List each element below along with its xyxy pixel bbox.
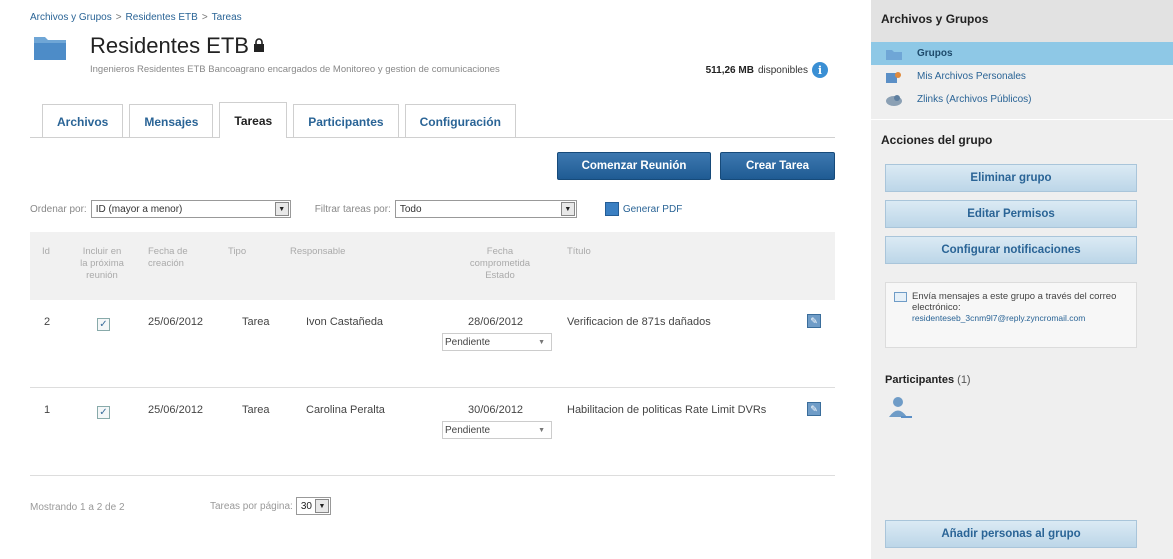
filter-row: Ordenar por: ID (mayor a menor) ▼ Filtra… (30, 200, 682, 218)
cell-owner: Ivon Castañeda (306, 316, 384, 328)
cell-id: 2 (44, 316, 51, 328)
chevron-down-icon: ▼ (274, 202, 289, 216)
per-page-control: Tareas por página: 30 ▼ (210, 497, 331, 515)
tab-mensajes[interactable]: Mensajes (129, 104, 214, 138)
tab-participantes[interactable]: Participantes (293, 104, 399, 138)
status-select[interactable]: Pendiente ▼ (442, 333, 552, 351)
edit-icon[interactable]: ✎ (807, 402, 821, 416)
header-due[interactable]: Fecha comprometida Estado (450, 246, 550, 282)
personal-files-icon (886, 71, 901, 83)
include-checkbox[interactable]: ✓ (97, 318, 110, 331)
sidebar-item-mis-archivos[interactable]: Mis Archivos Personales (871, 65, 1173, 88)
order-select[interactable]: ID (mayor a menor) ▼ (90, 200, 291, 218)
sidebar-item-grupos[interactable]: Grupos (871, 42, 1173, 65)
create-task-button[interactable]: Crear Tarea (720, 152, 835, 180)
cell-created: 25/06/2012 (148, 316, 204, 328)
breadcrumb-tareas[interactable]: Tareas (212, 12, 242, 23)
zlinks-icon (886, 94, 902, 106)
header-created[interactable]: Fecha de creación (148, 246, 188, 270)
tab-configuracion[interactable]: Configuración (404, 104, 516, 138)
cell-type: Tarea (242, 404, 270, 416)
start-meeting-button[interactable]: Comenzar Reunión (557, 152, 711, 180)
pagination-info: Mostrando 1 a 2 de 2 (30, 502, 125, 513)
groups-icon (886, 49, 902, 60)
add-people-button[interactable]: Añadir personas al grupo (885, 520, 1137, 548)
delete-group-button[interactable]: Eliminar grupo (885, 164, 1137, 192)
page-title: Residentes ETB (90, 33, 265, 59)
storage-available: 511,26 MB disponibles i (706, 62, 828, 78)
table-row: 1 ✓ 25/06/2012 Tarea Carolina Peralta 30… (30, 388, 835, 476)
breadcrumb-archivos-grupos[interactable]: Archivos y Grupos (30, 12, 112, 23)
group-description: Ingenieros Residentes ETB Bancoagrano en… (90, 64, 500, 75)
header-owner[interactable]: Responsable (290, 246, 345, 258)
breadcrumb: Archivos y Grupos > Residentes ETB > Tareas (30, 12, 242, 23)
cell-id: 1 (44, 404, 51, 416)
pdf-icon (604, 202, 619, 216)
configure-notifications-button[interactable]: Configurar notificaciones (885, 236, 1137, 264)
lock-icon (253, 38, 264, 53)
cell-title[interactable]: Habilitacion de politicas Rate Limit DVR… (567, 404, 766, 416)
header-title[interactable]: Título (567, 246, 591, 258)
chevron-down-icon: ▼ (538, 426, 545, 434)
cell-owner: Carolina Peralta (306, 404, 385, 416)
group-email-box: Envía mensajes a este grupo a través del… (885, 282, 1137, 348)
info-icon[interactable]: i (812, 62, 828, 78)
table-row: 2 ✓ 25/06/2012 Tarea Ivon Castañeda 28/0… (30, 300, 835, 388)
breadcrumb-residentes-etb[interactable]: Residentes ETB (126, 12, 198, 23)
include-checkbox[interactable]: ✓ (97, 406, 110, 419)
filter-select[interactable]: Todo ▼ (394, 200, 577, 218)
order-label: Ordenar por: (30, 203, 87, 215)
main-panel: Archivos y Grupos > Residentes ETB > Tareas … (0, 0, 860, 559)
sidebar: Archivos y Grupos Grupos Mis Archivos Pe… (871, 0, 1173, 559)
tab-divider (30, 137, 835, 138)
tasks-table: Id Incluir en la próxima reunión Fecha d… (30, 232, 835, 476)
table-header: Id Incluir en la próxima reunión Fecha d… (30, 232, 835, 300)
filter-label: Filtrar tareas por: (314, 203, 391, 215)
folder-icon (34, 37, 66, 60)
cell-type: Tarea (242, 316, 270, 328)
group-email-link[interactable]: residenteseb_3cnm9l7@reply.zyncromail.co… (912, 313, 1130, 324)
tab-archivos[interactable]: Archivos (42, 104, 124, 138)
header-include[interactable]: Incluir en la próxima reunión (72, 246, 132, 282)
status-select[interactable]: Pendiente ▼ (442, 421, 552, 439)
group-actions-title: Acciones del grupo (881, 133, 993, 147)
chevron-down-icon: ▼ (538, 338, 545, 346)
sidebar-item-zlinks[interactable]: Zlinks (Archivos Públicos) (871, 88, 1173, 111)
generate-pdf-link[interactable]: Generar PDF (604, 202, 682, 216)
chevron-down-icon: ▼ (560, 202, 575, 216)
header-type[interactable]: Tipo (228, 246, 246, 258)
per-page-select[interactable]: 30 ▼ (295, 497, 331, 515)
tab-bar: Archivos Mensajes Tareas Participantes C… (42, 102, 522, 138)
cell-due: 30/06/2012 (468, 404, 524, 416)
mail-icon (894, 292, 907, 302)
participants-heading: Participantes (1) (885, 374, 971, 386)
cell-created: 25/06/2012 (148, 404, 204, 416)
edit-permissions-button[interactable]: Editar Permisos (885, 200, 1137, 228)
user-avatar-icon[interactable] (887, 396, 913, 418)
edit-icon[interactable]: ✎ (807, 314, 821, 328)
chevron-down-icon: ▼ (314, 499, 329, 513)
sidebar-title: Archivos y Grupos (871, 0, 1173, 42)
cell-due: 28/06/2012 (468, 316, 524, 328)
tab-tareas[interactable]: Tareas (219, 102, 288, 138)
header-id[interactable]: Id (42, 246, 50, 258)
cell-title[interactable]: Verificacion de 871s dañados (567, 316, 711, 328)
